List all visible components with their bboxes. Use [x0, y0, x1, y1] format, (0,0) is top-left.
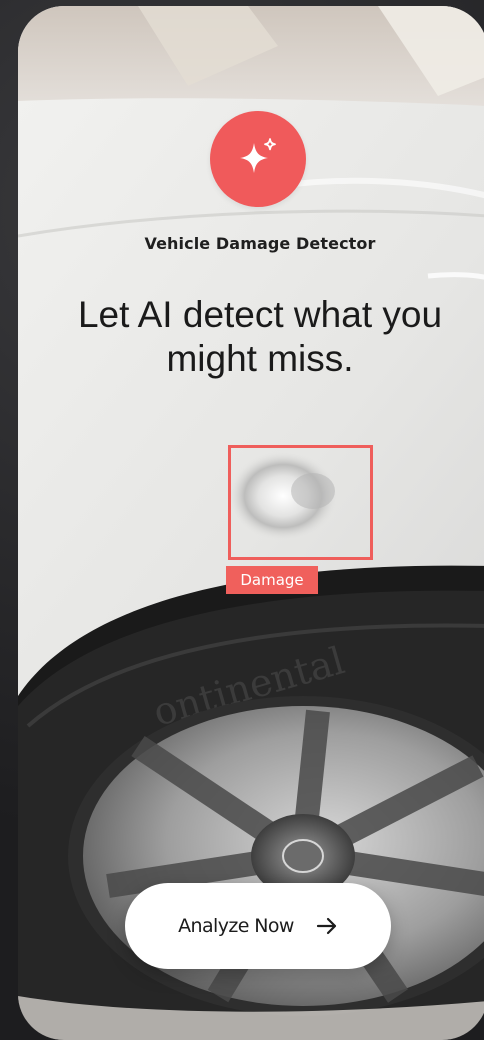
app-logo [210, 111, 306, 207]
app-screen: ontinental Vehicle Damage Detector Let A… [18, 6, 484, 1040]
sparkle-icon [240, 138, 276, 173]
hero-headline: Let AI detect what you might miss. [77, 294, 443, 379]
analyze-now-label: Analyze Now [178, 915, 294, 937]
analyze-now-button[interactable]: Analyze Now [125, 883, 391, 969]
screen-background: ontinental Vehicle Damage Detector Let A… [0, 0, 484, 1040]
app-name: Vehicle Damage Detector [144, 234, 376, 253]
damage-bounding-box [228, 445, 373, 560]
damage-label: Damage [226, 566, 318, 594]
arrow-right-icon [316, 916, 338, 936]
